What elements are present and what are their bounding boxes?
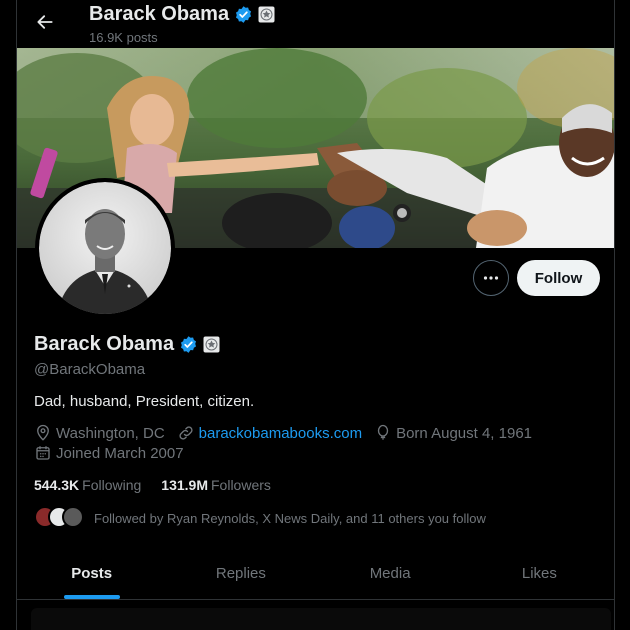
more-horizontal-icon — [483, 276, 499, 280]
followed-by-avatars — [34, 506, 90, 530]
tab-label: Likes — [521, 565, 557, 582]
display-name: Barack Obama — [34, 333, 175, 355]
government-seal-icon — [258, 6, 275, 23]
following-count: 544.3K — [34, 477, 80, 493]
balloon-icon — [377, 424, 389, 440]
verified-badge-icon — [236, 6, 252, 23]
follow-button[interactable]: Follow — [517, 260, 600, 296]
location-text: Washington, DC — [56, 424, 165, 442]
profile-meta-row-2: Joined March 2007 — [34, 444, 196, 462]
posts-count: 16.9K posts — [89, 30, 158, 45]
website-link[interactable]: barackobamabooks.com — [199, 425, 362, 442]
tab-likes[interactable]: Likes — [465, 548, 614, 599]
location-item: Washington, DC — [34, 424, 165, 442]
mini-avatar — [62, 506, 84, 528]
profile-tabs: Posts Replies Media Likes — [17, 548, 614, 600]
verified-badge-icon[interactable] — [179, 335, 198, 354]
tab-label: Replies — [215, 565, 266, 582]
calendar-icon — [36, 446, 50, 460]
profile-name: Barack Obama — [34, 333, 220, 356]
tab-posts[interactable]: Posts — [17, 548, 166, 599]
avatar[interactable] — [35, 178, 175, 318]
government-seal-icon[interactable] — [203, 336, 220, 353]
tab-label: Media — [369, 565, 411, 582]
header-title: Barack Obama — [89, 3, 275, 26]
tab-replies[interactable]: Replies — [166, 548, 315, 599]
profile-handle: @BarackObama — [34, 361, 146, 378]
born-item: Born August 4, 1961 — [374, 424, 532, 442]
followers-link[interactable]: 131.9M Followers — [161, 477, 271, 493]
profile-column: Barack Obama 16.9K posts Follow Barack O… — [16, 0, 615, 630]
first-post-preview[interactable] — [31, 608, 611, 630]
followers-count: 131.9M — [161, 477, 208, 493]
arrow-left-icon — [37, 15, 53, 29]
tab-label: Posts — [71, 565, 113, 582]
avatar-photo — [39, 182, 171, 314]
following-link[interactable]: 544.3K Following — [34, 477, 141, 493]
website-item: barackobamabooks.com — [177, 424, 362, 442]
followed-by-row[interactable]: Followed by Ryan Reynolds, X News Daily,… — [34, 506, 486, 530]
more-options-button[interactable] — [473, 260, 509, 296]
followers-label: Followers — [211, 477, 271, 493]
profile-bio: Dad, husband, President, citizen. — [34, 393, 255, 410]
following-label: Following — [82, 477, 142, 493]
joined-item: Joined March 2007 — [34, 444, 184, 462]
active-tab-indicator — [63, 595, 120, 599]
link-icon — [179, 426, 193, 440]
top-bar: Barack Obama 16.9K posts — [17, 0, 614, 48]
location-pin-icon — [37, 424, 49, 441]
profile-meta-row-1: Washington, DC barackobamabooks.com Born… — [34, 424, 544, 442]
tab-media[interactable]: Media — [316, 548, 465, 599]
followed-by-text: Followed by Ryan Reynolds, X News Daily,… — [94, 510, 486, 526]
back-button[interactable] — [31, 8, 59, 36]
born-text: Born August 4, 1961 — [396, 424, 533, 442]
follow-stats: 544.3K Following 131.9M Followers — [34, 477, 271, 493]
joined-text: Joined March 2007 — [56, 444, 184, 462]
header-name: Barack Obama — [89, 3, 230, 25]
